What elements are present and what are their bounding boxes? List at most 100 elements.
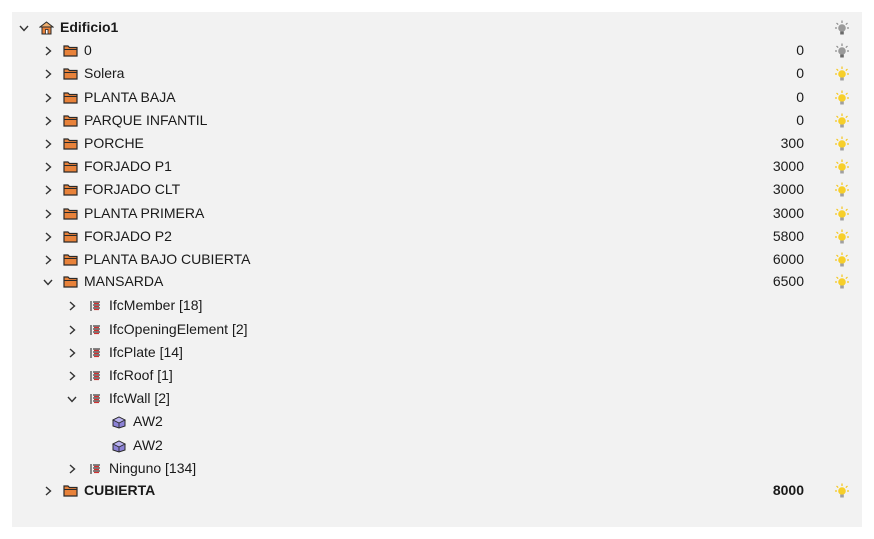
- tree-label: Ninguno [134]: [109, 459, 197, 476]
- tree-label: PORCHE: [84, 135, 144, 151]
- bulb-on-icon[interactable]: [834, 274, 850, 290]
- tree-row-storey[interactable]: PLANTA PRIMERA 3000: [12, 202, 862, 225]
- tree-row-storey[interactable]: FORJADO P2 5800: [12, 225, 862, 248]
- tree-row-group[interactable]: IfcRoof [1]: [12, 364, 862, 387]
- tree-row-storey[interactable]: Solera 0: [12, 62, 862, 85]
- bulb-on-icon[interactable]: [834, 113, 850, 129]
- tree-label: IfcOpeningElement [2]: [109, 320, 248, 337]
- chevron-right-icon[interactable]: [42, 138, 54, 150]
- folder-icon: [63, 183, 78, 197]
- tree-label: FORJADO P2: [84, 227, 172, 244]
- chevron-right-icon[interactable]: [42, 485, 54, 497]
- bulb-on-icon[interactable]: [834, 229, 850, 245]
- chevron-right-icon[interactable]: [42, 68, 54, 80]
- group-list-icon: [88, 323, 103, 337]
- chevron-right-icon[interactable]: [42, 231, 54, 243]
- tree-label: IfcRoof [1]: [109, 367, 173, 383]
- tree-row-group[interactable]: IfcPlate [14]: [12, 341, 862, 364]
- bulb-on-icon[interactable]: [834, 136, 850, 152]
- elevation-value: 3000: [772, 204, 804, 221]
- bulb-on-icon[interactable]: [834, 252, 850, 268]
- elevation-value: 8000: [772, 482, 804, 498]
- tree-row-storey[interactable]: PORCHE 300: [12, 132, 862, 155]
- chevron-right-icon[interactable]: [66, 300, 78, 312]
- chevron-right-icon[interactable]: [42, 184, 54, 196]
- tree-row-element[interactable]: AW2: [12, 410, 862, 433]
- chevron-down-icon[interactable]: [42, 276, 54, 288]
- tree-row-root[interactable]: Edificio1: [12, 16, 862, 39]
- folder-icon: [63, 207, 78, 221]
- wall-element-icon: [111, 439, 127, 453]
- tree-label: IfcPlate [14]: [109, 343, 183, 360]
- tree-row-storey[interactable]: FORJADO P1 3000: [12, 155, 862, 178]
- chevron-right-icon[interactable]: [42, 92, 54, 104]
- tree-row-storey[interactable]: PARQUE INFANTIL 0: [12, 109, 862, 132]
- folder-icon: [63, 230, 78, 244]
- elevation-value: 3000: [772, 158, 804, 175]
- bulb-on-icon[interactable]: [834, 182, 850, 198]
- folder-icon: [63, 67, 78, 81]
- project-tree-panel: Edificio1 0 0 Solera 0 PLANTA BAJA 0 PARQUE IN…: [12, 12, 862, 527]
- tree-label: 0: [84, 42, 92, 59]
- group-list-icon: [88, 392, 103, 406]
- elevation-value: 6500: [772, 273, 804, 289]
- group-list-icon: [88, 299, 103, 313]
- folder-icon: [63, 114, 78, 128]
- group-list-icon: [88, 369, 103, 383]
- tree-row-group[interactable]: IfcWall [2]: [12, 387, 862, 410]
- chevron-right-icon[interactable]: [42, 45, 54, 57]
- bulb-on-icon[interactable]: [834, 66, 850, 82]
- elevation-value: 0: [796, 111, 804, 128]
- tree-row-storey[interactable]: 00: [12, 39, 862, 62]
- elevation-value: 3000: [772, 181, 804, 198]
- chevron-right-icon[interactable]: [66, 463, 78, 475]
- bulb-on-icon[interactable]: [834, 483, 850, 499]
- chevron-down-icon[interactable]: [18, 22, 30, 34]
- chevron-down-icon[interactable]: [66, 393, 78, 405]
- building-icon: [38, 21, 55, 35]
- elevation-value: 300: [780, 135, 804, 151]
- tree-label: PLANTA BAJA: [84, 88, 176, 105]
- tree-label: Edificio1: [60, 19, 119, 35]
- tree-label: IfcWall [2]: [109, 390, 170, 407]
- chevron-right-icon[interactable]: [42, 254, 54, 266]
- folder-icon: [63, 91, 78, 105]
- tree-row-storey[interactable]: CUBIERTA 8000: [12, 479, 862, 502]
- elevation-value: 5800: [772, 227, 804, 244]
- bulb-on-icon[interactable]: [834, 206, 850, 222]
- chevron-right-icon[interactable]: [42, 115, 54, 127]
- tree-label: AW2: [133, 413, 163, 430]
- tree-label: FORJADO P1: [84, 158, 172, 175]
- chevron-right-icon[interactable]: [42, 208, 54, 220]
- group-list-icon: [88, 462, 103, 476]
- chevron-right-icon[interactable]: [66, 370, 78, 382]
- bulb-off-icon[interactable]: [834, 43, 850, 59]
- tree-row-group[interactable]: Ninguno [134]: [12, 457, 862, 480]
- folder-icon: [63, 484, 78, 498]
- bulb-on-icon[interactable]: [834, 90, 850, 106]
- tree-label: IfcMember [18]: [109, 297, 203, 314]
- tree-row-storey[interactable]: FORJADO CLT 3000: [12, 178, 862, 201]
- folder-icon: [63, 275, 78, 289]
- elevation-value: 0: [796, 42, 804, 59]
- tree-label: Solera: [84, 65, 125, 82]
- tree-row-group[interactable]: IfcOpeningElement [2]: [12, 318, 862, 341]
- tree-row-element[interactable]: AW2: [12, 434, 862, 457]
- chevron-right-icon[interactable]: [42, 161, 54, 173]
- tree-label: PLANTA BAJO CUBIERTA: [84, 251, 251, 267]
- tree-row-storey-expanded[interactable]: MANSARDA 6500: [12, 270, 862, 293]
- tree-row-storey[interactable]: PLANTA BAJA 0: [12, 86, 862, 109]
- tree-row-group[interactable]: IfcMember [18]: [12, 294, 862, 317]
- elevation-value: 6000: [772, 251, 804, 267]
- elevation-value: 0: [796, 88, 804, 105]
- folder-icon: [63, 253, 78, 267]
- tree-label: FORJADO CLT: [84, 181, 181, 198]
- bulb-off-icon[interactable]: [834, 20, 850, 36]
- folder-icon: [63, 137, 78, 151]
- tree-row-storey[interactable]: PLANTA BAJO CUBIERTA 6000: [12, 248, 862, 271]
- wall-element-icon: [111, 415, 127, 429]
- tree-label: PLANTA PRIMERA: [84, 204, 205, 221]
- bulb-on-icon[interactable]: [834, 159, 850, 175]
- chevron-right-icon[interactable]: [66, 347, 78, 359]
- chevron-right-icon[interactable]: [66, 324, 78, 336]
